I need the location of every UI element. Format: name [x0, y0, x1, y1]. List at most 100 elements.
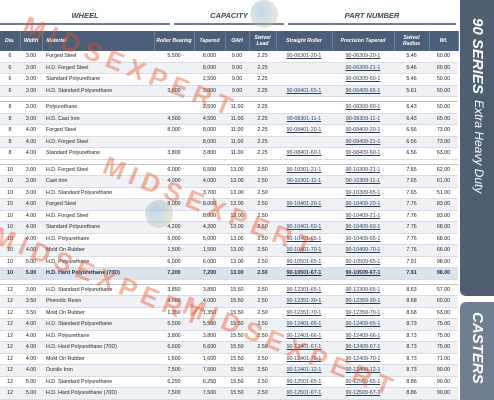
cell-straight-roller[interactable]: [276, 101, 332, 114]
cell-precision-tapered[interactable]: 90-08409-21-1: [332, 136, 394, 148]
cell-precision-tapered[interactable]: 90-12409-67-1: [332, 341, 394, 354]
cell-straight-roller[interactable]: 90-12351-70-1: [276, 307, 332, 319]
cell-straight-roller[interactable]: 90-10301-21-1: [276, 164, 332, 176]
cell-straight-roller[interactable]: 90-08301-11-1: [276, 113, 332, 125]
cell-straight-roller[interactable]: 90-12401-12-1: [276, 364, 332, 377]
cell-swivel-radius: 7.76: [394, 233, 429, 245]
cell-dia: 12: [0, 376, 20, 388]
cell-precision-tapered[interactable]: 90-12359-70-1: [332, 307, 394, 319]
cell-precision-tapered[interactable]: 90-12409-66-1: [332, 330, 394, 342]
cell-material: H.D. Hard Polyurethane (70D): [42, 387, 154, 400]
cell-weight: 75.00: [429, 318, 458, 331]
cell-weight: 83.00: [429, 198, 458, 211]
cell-width: 4.00: [20, 318, 42, 331]
cell-swivel-radius: 7.65: [394, 187, 429, 199]
cell-oah: 15.50: [225, 341, 249, 354]
cell-oah: 13.00: [225, 267, 249, 280]
cell-material: H.D. Standard Polyurethane: [42, 318, 154, 331]
cell-straight-roller[interactable]: 90-10301-11-1: [276, 175, 332, 188]
cell-straight-roller[interactable]: 90-10401-60-1: [276, 221, 332, 234]
cell-precision-tapered[interactable]: 90-10409-65-1: [332, 233, 394, 245]
cell-swivel-radius: 8.73: [394, 353, 429, 365]
cell-tapered: 7,500: [194, 387, 225, 400]
cell-dia: 10: [0, 233, 20, 245]
cell-precision-tapered[interactable]: 90-08309-11-1: [332, 113, 394, 125]
cell-straight-roller[interactable]: 90-08401-20-1: [276, 124, 332, 137]
cell-precision-tapered[interactable]: 90-10509-65-1: [332, 256, 394, 268]
cell-straight-roller[interactable]: 90-12401-66-1: [276, 330, 332, 342]
cell-swivel-lead: 2.50: [249, 233, 276, 245]
table-row: 6 3.00 Standard Polyurethane 2,500 9.00 2.25 9…: [0, 73, 458, 86]
cell-swivel-lead: 2.50: [249, 187, 276, 199]
cell-precision-tapered[interactable]: 90-12409-12-1: [332, 364, 394, 377]
cell-straight-roller[interactable]: [276, 62, 332, 74]
cell-straight-roller[interactable]: [276, 136, 332, 148]
table-row: 12 3.50 Mold On Rubber 1,350 1,350 15.50 2.50 9…: [0, 307, 458, 319]
cell-straight-roller[interactable]: 90-10401-65-1: [276, 233, 332, 245]
cell-precision-tapered[interactable]: 90-06309-21-1: [332, 62, 394, 74]
cell-precision-tapered[interactable]: 90-08409-20-1: [332, 124, 394, 137]
cell-weight: 75.00: [429, 330, 458, 342]
cell-precision-tapered[interactable]: 90-06309-60-1: [332, 73, 394, 86]
cell-dia: 12: [0, 341, 20, 354]
cell-precision-tapered[interactable]: 90-10309-21-1: [332, 164, 394, 176]
cell-straight-roller[interactable]: 90-12301-65-1: [276, 284, 332, 296]
cell-roller-bearing: 6,000: [154, 164, 194, 176]
cell-precision-tapered[interactable]: 90-10509-67-1: [332, 267, 394, 280]
cell-swivel-lead: 2.25: [249, 113, 276, 125]
cell-precision-tapered[interactable]: 90-12409-65-1: [332, 318, 394, 331]
cell-precision-tapered[interactable]: 90-10409-21-1: [332, 210, 394, 222]
cell-precision-tapered[interactable]: 90-12409-70-1: [332, 353, 394, 365]
cell-straight-roller[interactable]: 90-10501-67-1: [276, 267, 332, 280]
cell-precision-tapered[interactable]: 90-10309-11-1: [332, 175, 394, 188]
cell-straight-roller[interactable]: [276, 187, 332, 199]
table-row: 10 3.00 H.D. Forged Steel 6,000 6,500 13.00 2.…: [0, 164, 458, 176]
cell-precision-tapered[interactable]: 90-12509-67-1: [332, 387, 394, 400]
cell-weight: 63.00: [429, 307, 458, 319]
cell-straight-roller[interactable]: 90-12501-65-1: [276, 376, 332, 388]
cell-precision-tapered[interactable]: 90-10409-70-1: [332, 244, 394, 257]
cell-oah: 15.50: [225, 387, 249, 400]
cell-precision-tapered[interactable]: 90-10409-20-1: [332, 198, 394, 211]
cell-straight-roller[interactable]: 90-10401-70-1: [276, 244, 332, 257]
cell-straight-roller[interactable]: 90-12351-30-1: [276, 295, 332, 308]
cell-swivel-lead: 2.50: [249, 256, 276, 268]
cell-precision-tapered[interactable]: 90-06409-65-1: [332, 85, 394, 97]
cell-precision-tapered[interactable]: 90-08409-60-1: [332, 147, 394, 160]
col-precision-tapered: Precision Tapered: [332, 31, 395, 51]
cell-straight-roller[interactable]: 90-12401-70-1: [276, 353, 332, 365]
cell-precision-tapered[interactable]: 90-12509-65-1: [332, 376, 394, 388]
cell-straight-roller[interactable]: 90-10401-20-1: [276, 198, 332, 211]
casters-tab[interactable]: CASTERS: [460, 302, 494, 400]
cell-width: 3.00: [20, 73, 42, 86]
cell-precision-tapered[interactable]: 90-10409-60-1: [332, 221, 394, 234]
cell-straight-roller[interactable]: 90-08401-60-1: [276, 147, 332, 160]
cell-precision-tapered[interactable]: 90-06309-20-1: [332, 51, 394, 63]
cell-dia: 10: [0, 198, 20, 211]
cell-precision-tapered[interactable]: 90-10309-65-1: [332, 187, 394, 199]
series-tab[interactable]: 90 SERIES Extra Heavy Duty: [460, 0, 494, 296]
cell-precision-tapered[interactable]: 90-12359-30-1: [332, 295, 394, 308]
cell-oah: 15.50: [225, 307, 249, 319]
cell-swivel-lead: 2.50: [249, 164, 276, 176]
cell-dia: 8: [0, 147, 20, 160]
cell-width: 3.50: [20, 307, 42, 319]
cell-straight-roller[interactable]: 90-06301-20-1: [276, 51, 332, 63]
cell-material: H.D. Standard Polyurethane: [42, 85, 154, 97]
cell-material: Standard Polyurethane: [42, 147, 154, 160]
cell-straight-roller[interactable]: 90-12501-67-1: [276, 387, 332, 400]
cell-straight-roller[interactable]: 90-10501-65-1: [276, 256, 332, 268]
cell-swivel-lead: 2.50: [249, 387, 276, 400]
cell-straight-roller[interactable]: 90-06401-65-1: [276, 85, 332, 97]
cell-precision-tapered[interactable]: 90-08309-60-1: [332, 101, 394, 114]
cell-precision-tapered[interactable]: 90-12309-65-1: [332, 284, 394, 296]
cell-material: H.D. Standard Polyurethane: [42, 376, 154, 388]
cell-material: Mold On Rubber: [42, 307, 154, 319]
cell-straight-roller[interactable]: [276, 210, 332, 222]
cell-tapered: 1,600: [194, 353, 225, 365]
cell-width: 3.00: [20, 164, 42, 176]
cell-straight-roller[interactable]: [276, 73, 332, 86]
cell-weight: 75.00: [429, 341, 458, 354]
cell-straight-roller[interactable]: 90-12401-65-1: [276, 318, 332, 331]
cell-straight-roller[interactable]: 90-12401-67-1: [276, 341, 332, 354]
